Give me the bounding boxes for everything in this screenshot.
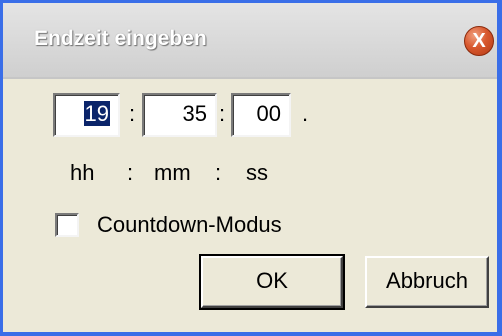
hours-input[interactable]: 19 xyxy=(53,93,120,137)
countdown-label[interactable]: Countdown-Modus xyxy=(97,212,282,238)
minutes-value: 35 xyxy=(182,101,207,126)
cancel-button[interactable]: Abbruch xyxy=(365,256,489,308)
minutes-input[interactable]: 35 xyxy=(142,93,217,137)
countdown-checkbox[interactable] xyxy=(55,213,79,237)
window-title: Endzeit eingeben xyxy=(34,27,207,50)
hint-hh: hh xyxy=(70,160,95,185)
time-trailing-dot: . xyxy=(302,101,309,126)
close-icon: X xyxy=(472,30,486,52)
title-bar[interactable]: Endzeit eingeben X xyxy=(3,3,497,79)
hint-separator-2: : xyxy=(215,160,222,185)
ok-button[interactable]: OK xyxy=(199,254,345,310)
seconds-input[interactable]: 00 xyxy=(231,93,291,137)
time-separator-1: : xyxy=(129,101,136,126)
time-separator-2: : xyxy=(219,101,226,126)
hours-value: 19 xyxy=(83,101,110,126)
hint-mm: mm xyxy=(154,160,191,185)
hint-separator-1: : xyxy=(127,160,134,185)
dialog-window: Endzeit eingeben X 19 : 35 : 00 . hh : m… xyxy=(0,0,502,336)
seconds-value: 00 xyxy=(256,101,281,126)
hint-ss: ss xyxy=(246,160,268,185)
close-button[interactable]: X xyxy=(464,26,494,56)
